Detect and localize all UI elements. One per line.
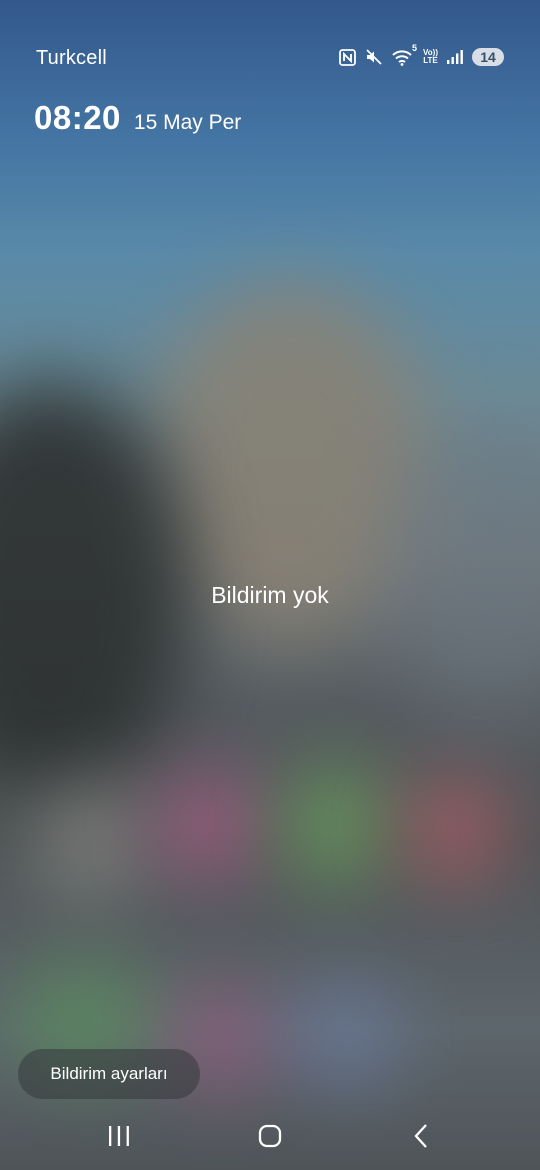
volte-icon: Vo)) LTE bbox=[423, 49, 438, 65]
recents-button[interactable] bbox=[95, 1122, 143, 1150]
status-icons: 5 Vo)) LTE 14 bbox=[339, 43, 504, 66]
home-icon bbox=[258, 1124, 282, 1148]
battery-indicator: 14 bbox=[472, 48, 504, 66]
wifi-badge: 5 bbox=[412, 43, 418, 53]
navigation-bar bbox=[0, 1110, 540, 1170]
home-button[interactable] bbox=[246, 1122, 294, 1150]
carrier-name: Turkcell bbox=[36, 47, 107, 69]
notification-settings-button[interactable]: Bildirim ayarları bbox=[18, 1049, 200, 1099]
nfc-icon bbox=[339, 48, 356, 66]
clock-date: 15 May Per bbox=[133, 111, 242, 134]
mute-icon bbox=[365, 48, 383, 66]
recents-icon bbox=[109, 1126, 129, 1146]
back-button[interactable] bbox=[397, 1122, 445, 1150]
signal-icon bbox=[447, 50, 463, 64]
clock: 08:20 15 May Per bbox=[34, 99, 241, 137]
clock-time: 08:20 bbox=[34, 99, 121, 136]
back-icon bbox=[414, 1124, 427, 1148]
status-bar: Turkcell 5 Vo)) LTE 14 bbox=[36, 43, 504, 76]
wifi-icon: 5 bbox=[392, 43, 417, 66]
volte-bottom: LTE bbox=[423, 56, 438, 65]
no-notifications-message: Bildirim yok bbox=[211, 582, 329, 608]
